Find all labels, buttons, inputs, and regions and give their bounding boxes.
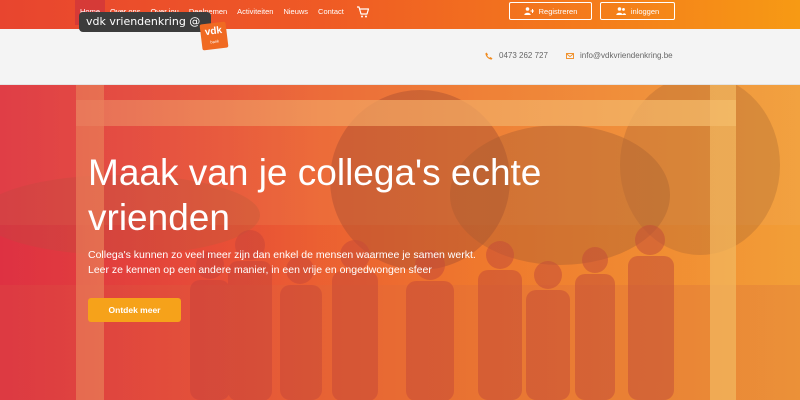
nav-item-contact[interactable]: Contact bbox=[313, 0, 349, 25]
hero-title: Maak van je collega's echte vrienden bbox=[88, 152, 542, 238]
hero-gradient-overlay bbox=[0, 85, 800, 400]
contact-email[interactable]: info@vdkvriendenkring.be bbox=[566, 51, 673, 60]
site-logo[interactable]: vdk vriendenkring @ bbox=[79, 12, 211, 32]
cart-icon[interactable] bbox=[356, 5, 370, 19]
site-header bbox=[0, 29, 800, 85]
login-button[interactable]: inloggen bbox=[600, 2, 675, 20]
envelope-icon bbox=[566, 52, 574, 59]
register-button[interactable]: Registreren bbox=[509, 2, 592, 20]
discover-more-button[interactable]: Ontdek meer bbox=[88, 298, 181, 322]
vdk-bank-logo: vdk bank bbox=[199, 21, 229, 51]
email-address: info@vdkvriendenkring.be bbox=[580, 51, 673, 60]
logo-text: vdk vriendenkring @ bbox=[86, 15, 201, 28]
register-label: Registreren bbox=[538, 6, 578, 16]
phone-number: 0473 262 727 bbox=[499, 51, 548, 60]
nav-item-nieuws[interactable]: Nieuws bbox=[278, 0, 313, 25]
user-plus-icon bbox=[523, 7, 534, 15]
nav-item-activiteiten[interactable]: Activiteiten bbox=[232, 0, 278, 25]
users-icon bbox=[616, 7, 626, 15]
hero-banner bbox=[0, 85, 800, 400]
phone-icon bbox=[485, 52, 493, 60]
hero-text-line-2: Leer ze kennen op een andere manier, in … bbox=[88, 264, 432, 276]
hero-description: Collega's kunnen zo veel meer zijn dan e… bbox=[88, 248, 548, 278]
contact-phone[interactable]: 0473 262 727 bbox=[485, 51, 548, 60]
login-label: inloggen bbox=[630, 6, 660, 16]
hero-text-line-1: Collega's kunnen zo veel meer zijn dan e… bbox=[88, 249, 476, 261]
